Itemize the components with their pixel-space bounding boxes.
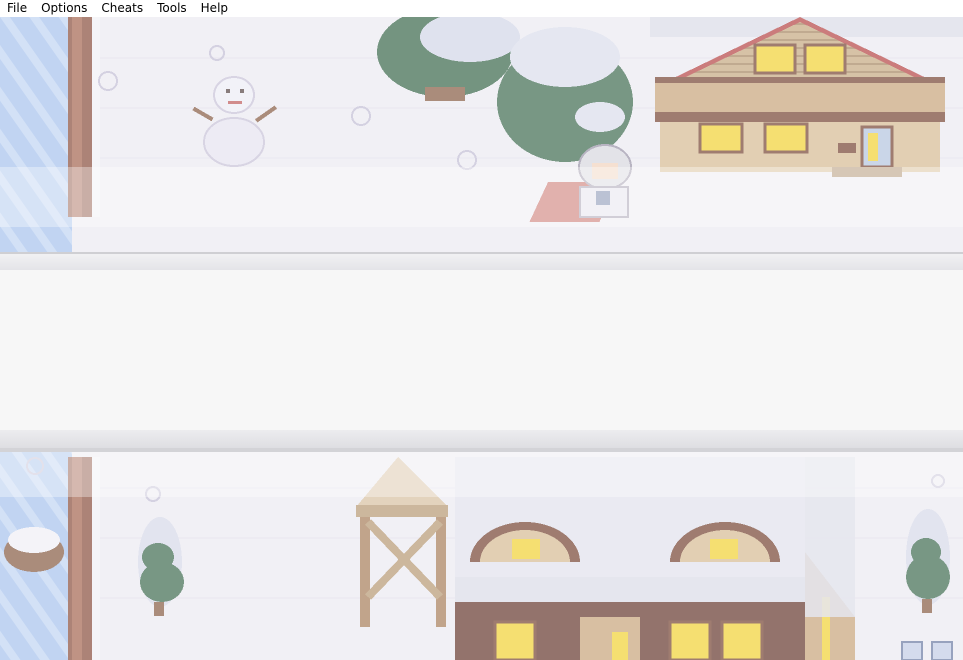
dialog-box[interactable] [0, 252, 963, 452]
menu-tools[interactable]: Tools [150, 0, 194, 17]
menu-bar: File Options Cheats Tools Help [0, 0, 963, 17]
menu-options[interactable]: Options [34, 0, 94, 17]
game-screen[interactable] [0, 17, 963, 660]
emulator-window: File Options Cheats Tools Help [0, 0, 963, 660]
dialog-frame-bottom [0, 430, 963, 452]
menu-help[interactable]: Help [194, 0, 235, 17]
menu-cheats[interactable]: Cheats [94, 0, 150, 17]
menu-file[interactable]: File [0, 0, 34, 17]
dialog-body [0, 270, 963, 430]
dialog-frame-top [0, 252, 963, 270]
